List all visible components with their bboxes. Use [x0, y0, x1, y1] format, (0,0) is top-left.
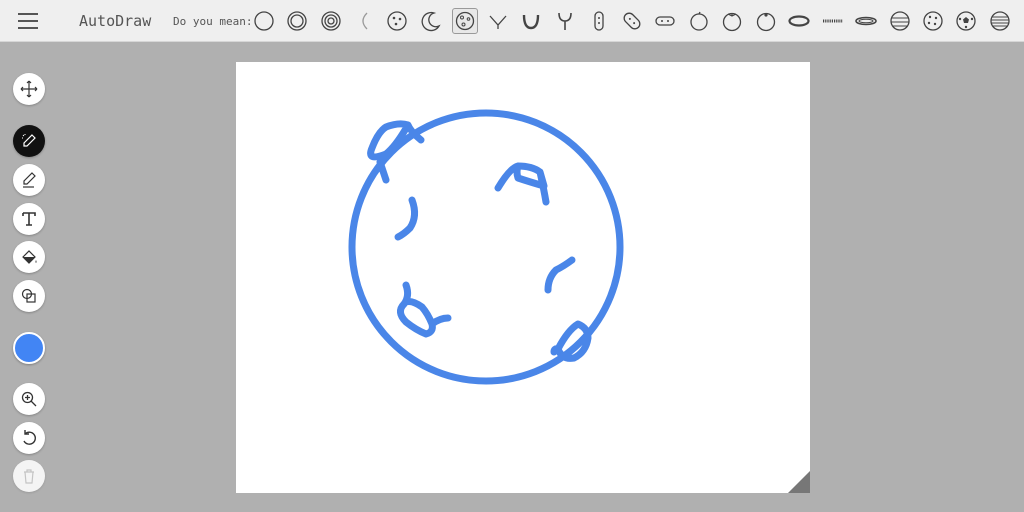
undo-tool[interactable] — [13, 422, 45, 454]
suggestion-orange[interactable] — [753, 8, 779, 34]
color-picker[interactable] — [13, 332, 45, 364]
suggestion-moon-craters[interactable] — [452, 8, 478, 34]
oval-ring-icon — [788, 15, 810, 27]
striped-ball-icon — [990, 11, 1010, 31]
move-icon — [20, 80, 38, 98]
trash-icon — [24, 469, 34, 484]
double-circle-icon — [287, 11, 307, 31]
suggestion-striped-ball[interactable] — [987, 8, 1013, 34]
crater-left-stroke — [394, 196, 419, 241]
drawing-canvas[interactable] — [236, 62, 810, 493]
hamburger-menu-icon[interactable] — [18, 13, 38, 29]
pill-icon — [655, 16, 675, 26]
text-tool[interactable] — [13, 203, 45, 235]
canvas-resize-handle[interactable] — [788, 471, 810, 493]
crater-right-stroke — [544, 256, 576, 294]
autodraw-pencil-icon — [22, 134, 36, 147]
delete-tool — [13, 460, 45, 492]
soccer-ball-icon — [956, 11, 976, 31]
suggestion-thin-crescent[interactable] — [351, 8, 377, 34]
orange-icon — [756, 12, 776, 32]
suggestion-saturn-ring[interactable] — [853, 8, 879, 34]
shapes-icon — [21, 288, 36, 303]
text-icon — [22, 212, 36, 226]
pencil-icon — [23, 172, 36, 188]
chain-icon — [823, 19, 843, 23]
suggestion-peanut[interactable] — [619, 8, 645, 34]
suggestion-circle[interactable] — [251, 8, 277, 34]
zoom-tool[interactable] — [13, 383, 45, 415]
suggestion-chevron-v[interactable] — [485, 8, 511, 34]
top-bar: AutoDraw Do you mean: — [0, 0, 1024, 42]
slingshot-icon — [558, 12, 572, 30]
crater-bottom-left-stroke — [397, 281, 452, 338]
horseshoe-icon — [522, 14, 540, 30]
suggestions-label: Do you mean: — [173, 15, 253, 28]
suggestion-tomato[interactable] — [719, 8, 745, 34]
crescent-moon-icon — [421, 11, 441, 32]
suggestion-apple[interactable] — [686, 8, 712, 34]
drawing-layer — [348, 109, 624, 385]
suggestion-oval-ring[interactable] — [786, 8, 812, 34]
crater-top-left-tail-stroke — [376, 158, 390, 184]
suggestion-target-circle[interactable] — [318, 8, 344, 34]
cookie-icon — [387, 11, 407, 31]
move-tool[interactable] — [13, 73, 45, 105]
draw-tool[interactable] — [13, 164, 45, 196]
suggestion-pill[interactable] — [652, 8, 678, 34]
apple-icon — [690, 11, 708, 31]
circle-icon — [254, 11, 274, 31]
undo-icon — [23, 430, 36, 445]
zoom-in-icon — [21, 391, 37, 407]
suggestion-slingshot[interactable] — [552, 8, 578, 34]
suggestion-planet-lines[interactable] — [887, 8, 913, 34]
shape-tool[interactable] — [13, 280, 45, 312]
paint-bucket-icon — [22, 250, 37, 264]
app-title: AutoDraw — [79, 12, 152, 30]
moon-craters-icon — [455, 11, 475, 31]
suggestion-dotted-ball[interactable] — [920, 8, 946, 34]
suggestion-crescent-moon[interactable] — [418, 8, 444, 34]
suggestion-horseshoe[interactable] — [518, 8, 544, 34]
fill-tool[interactable] — [13, 241, 45, 273]
suggestion-cookie[interactable] — [384, 8, 410, 34]
thin-crescent-icon — [362, 12, 368, 30]
planet-lines-icon — [890, 11, 910, 31]
capsule-icon — [594, 11, 604, 31]
target-circle-icon — [321, 11, 341, 31]
dotted-ball-icon — [923, 11, 943, 31]
moon-outline-stroke — [348, 109, 624, 385]
peanut-icon — [623, 12, 641, 30]
chevron-v-icon — [489, 15, 507, 29]
tomato-icon — [722, 12, 742, 32]
suggestion-capsule[interactable] — [586, 8, 612, 34]
suggestion-chain[interactable] — [820, 8, 846, 34]
suggestion-double-circle[interactable] — [284, 8, 310, 34]
autodraw-tool[interactable] — [13, 125, 45, 157]
crater-top-right-stroke — [494, 162, 550, 206]
saturn-ring-icon — [855, 16, 877, 26]
moon-drawing — [348, 109, 624, 385]
suggestion-soccer-ball[interactable] — [953, 8, 979, 34]
